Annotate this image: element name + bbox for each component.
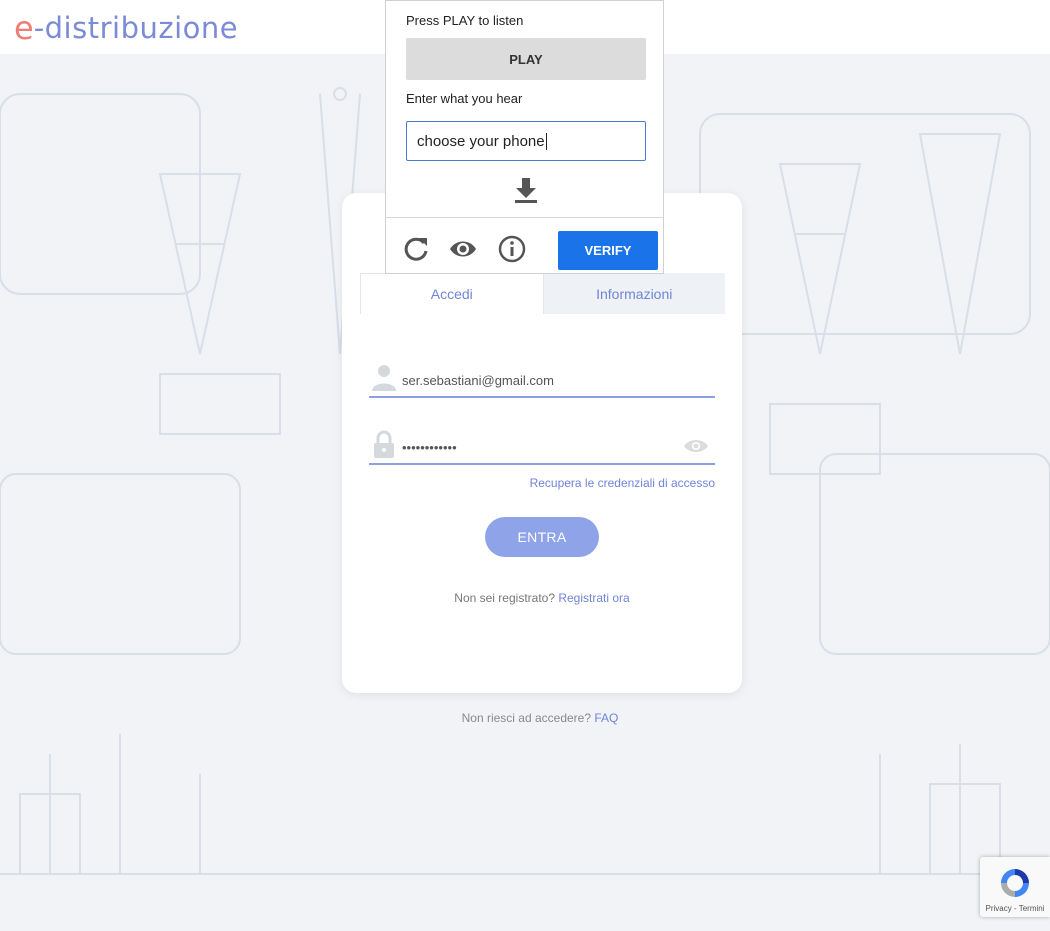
e-distribuzione-logo[interactable]: e -distribuzione [14, 8, 238, 48]
recaptcha-logo-icon [1001, 869, 1029, 897]
text-caret [545, 132, 547, 150]
help-footer: Non riesci ad accedere? FAQ [0, 711, 1050, 725]
login-tabs: Accedi Informazioni [360, 273, 725, 314]
verify-button[interactable]: VERIFY [558, 231, 658, 270]
recaptcha-separator: - [1011, 904, 1019, 913]
play-button[interactable]: PLAY [406, 38, 646, 80]
entra-button[interactable]: ENTRA [485, 517, 599, 557]
email-field[interactable]: ser.sebastiani@gmail.com [369, 364, 715, 398]
recaptcha-links: Privacy - Termini [980, 904, 1050, 913]
captcha-answer-input[interactable]: choose your phone [406, 121, 646, 161]
audio-captcha-popup: Press PLAY to listen PLAY Enter what you… [385, 0, 664, 274]
tab-accedi[interactable]: Accedi [360, 273, 544, 314]
visual-challenge-icon[interactable] [449, 235, 477, 263]
show-password-icon[interactable] [683, 439, 709, 453]
register-prompt: Non sei registrato? Registrati ora [342, 591, 742, 605]
logo-text: -distribuzione [33, 11, 239, 45]
tab-informazioni[interactable]: Informazioni [543, 273, 725, 314]
password-value: •••••••••••• [402, 440, 457, 455]
recover-credentials-link[interactable]: Recupera le credenziali di accesso [530, 476, 715, 490]
reload-icon[interactable] [402, 235, 430, 263]
play-instruction: Press PLAY to listen [406, 13, 524, 28]
register-link[interactable]: Registrati ora [558, 591, 629, 605]
recaptcha-privacy-link[interactable]: Privacy [986, 904, 1012, 913]
faq-link[interactable]: FAQ [594, 711, 618, 725]
lock-icon [374, 430, 394, 458]
captcha-footer: VERIFY [386, 217, 663, 274]
input-instruction: Enter what you hear [406, 91, 523, 106]
captcha-answer-value: choose your phone [417, 132, 545, 150]
password-field[interactable]: •••••••••••• [369, 430, 715, 465]
download-audio-icon[interactable] [513, 176, 539, 204]
logo-prefix: e [14, 9, 34, 47]
not-registered-text: Non sei registrato? [454, 591, 555, 605]
recaptcha-terms-link[interactable]: Termini [1019, 904, 1045, 913]
help-text: Non riesci ad accedere? [461, 711, 592, 725]
recaptcha-badge[interactable]: Privacy - Termini [980, 857, 1050, 917]
info-icon[interactable] [498, 235, 526, 263]
email-value: ser.sebastiani@gmail.com [402, 373, 554, 388]
user-icon [372, 365, 396, 391]
